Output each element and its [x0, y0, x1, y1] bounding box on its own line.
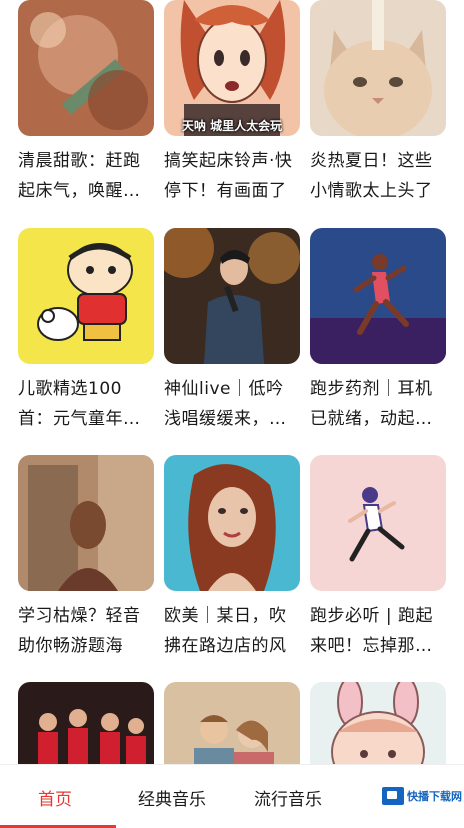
- playlist-card[interactable]: 欧美｜某日，吹拂在路边店的风: [164, 455, 300, 661]
- playlist-card[interactable]: 清晨甜歌：赶跑起床气，唤醒美好一天: [18, 0, 154, 206]
- playlist-title: 炎热夏日！这些小情歌太上头了: [310, 151, 433, 201]
- morning-glow-thumbnail-icon: [18, 0, 154, 136]
- playlist-title: 儿歌精选100首：元气童年回忆: [18, 379, 141, 429]
- cartoon-kid-thumbnail-icon: [18, 228, 154, 364]
- playlist-title: 欧美｜某日，吹拂在路边店的风: [164, 606, 287, 656]
- watermark-text: 快播下载网: [407, 790, 462, 803]
- watermark-logo-icon: [382, 787, 404, 805]
- runner-night-thumbnail-icon: [310, 228, 446, 364]
- playlist-card[interactable]: 天呐 城里人太会玩 搞笑起床铃声·快停下！有画面了: [164, 0, 300, 206]
- playlist-title: 跑步必听 | 跑起来吧！忘掉那些烦恼: [310, 606, 434, 656]
- playlist-card[interactable]: 学习枯燥？轻音助你畅游题海: [18, 455, 154, 661]
- statue-thumbnail-icon: [18, 455, 154, 591]
- playlist-card[interactable]: 炎热夏日！这些小情歌太上头了: [310, 0, 446, 206]
- cartoon-girl-thumbnail-icon: 天呐 城里人太会玩: [164, 0, 300, 136]
- playlist-title: 神仙live｜低吟浅唱缓缓来，沉醉其中: [164, 379, 287, 429]
- playlist-card[interactable]: 跑步药剂｜耳机已就绪，动起来吧: [310, 228, 446, 434]
- cat-thumbnail-icon: [310, 0, 446, 136]
- bottom-navigation: 首页 经典音乐 流行音乐 快播下载网: [0, 764, 464, 828]
- playlist-card[interactable]: 神仙live｜低吟浅唱缓缓来，沉醉其中: [164, 228, 300, 434]
- woman-portrait-thumbnail-icon: [164, 455, 300, 591]
- singer-thumbnail-icon: [164, 228, 300, 364]
- thumbnail-caption: 天呐 城里人太会玩: [181, 119, 283, 133]
- playlist-title: 清晨甜歌：赶跑起床气，唤醒美好一天: [18, 151, 141, 201]
- playlist-card[interactable]: 儿歌精选100首：元气童年回忆: [18, 228, 154, 434]
- tab-classic-music[interactable]: 经典音乐: [138, 785, 206, 810]
- playlist-title: 跑步药剂｜耳机已就绪，动起来吧: [310, 379, 433, 429]
- runner-pink-thumbnail-icon: [310, 455, 446, 591]
- watermark: 快播下载网: [382, 787, 462, 805]
- playlist-card[interactable]: 跑步必听 | 跑起来吧！忘掉那些烦恼: [310, 455, 446, 661]
- playlist-title: 学习枯燥？轻音助你畅游题海: [18, 606, 141, 656]
- playlist-title: 搞笑起床铃声·快停下！有画面了: [164, 151, 293, 201]
- tab-home[interactable]: 首页: [38, 785, 72, 810]
- tab-pop-music[interactable]: 流行音乐: [254, 785, 322, 810]
